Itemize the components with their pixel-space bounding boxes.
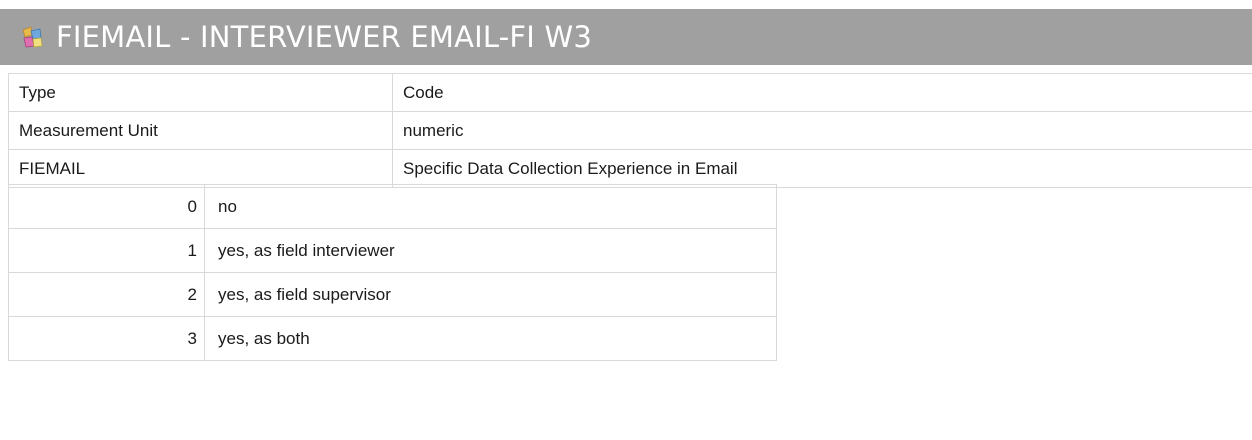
table-row: 2 yes, as field supervisor bbox=[8, 272, 777, 317]
property-value: Specific Data Collection Experience in E… bbox=[392, 149, 1252, 188]
property-value: numeric bbox=[392, 111, 1252, 150]
code-label: yes, as field interviewer bbox=[204, 228, 777, 273]
property-key: Type bbox=[8, 73, 393, 112]
property-key: Measurement Unit bbox=[8, 111, 393, 150]
table-row: FIEMAIL Specific Data Collection Experie… bbox=[8, 149, 1252, 188]
code-value: 2 bbox=[8, 272, 205, 317]
page-title: FIEMAIL - INTERVIEWER EMAIL-FI W3 bbox=[56, 20, 592, 54]
title-bar: FIEMAIL - INTERVIEWER EMAIL-FI W3 bbox=[0, 9, 1252, 65]
variable-icon bbox=[22, 26, 43, 48]
value-labels-table: 0 no 1 yes, as field interviewer 2 yes, … bbox=[8, 184, 777, 361]
table-row: 0 no bbox=[8, 184, 777, 229]
code-value: 0 bbox=[8, 184, 205, 229]
property-key: FIEMAIL bbox=[8, 149, 393, 188]
code-label: yes, as both bbox=[204, 316, 777, 361]
table-row: 3 yes, as both bbox=[8, 316, 777, 361]
property-value: Code bbox=[392, 73, 1252, 112]
code-value: 3 bbox=[8, 316, 205, 361]
code-label: no bbox=[204, 184, 777, 229]
table-row: 1 yes, as field interviewer bbox=[8, 228, 777, 273]
code-value: 1 bbox=[8, 228, 205, 273]
properties-table: Type Code Measurement Unit numeric FIEMA… bbox=[8, 73, 1252, 188]
code-label: yes, as field supervisor bbox=[204, 272, 777, 317]
table-row: Type Code bbox=[8, 73, 1252, 112]
table-row: Measurement Unit numeric bbox=[8, 111, 1252, 150]
